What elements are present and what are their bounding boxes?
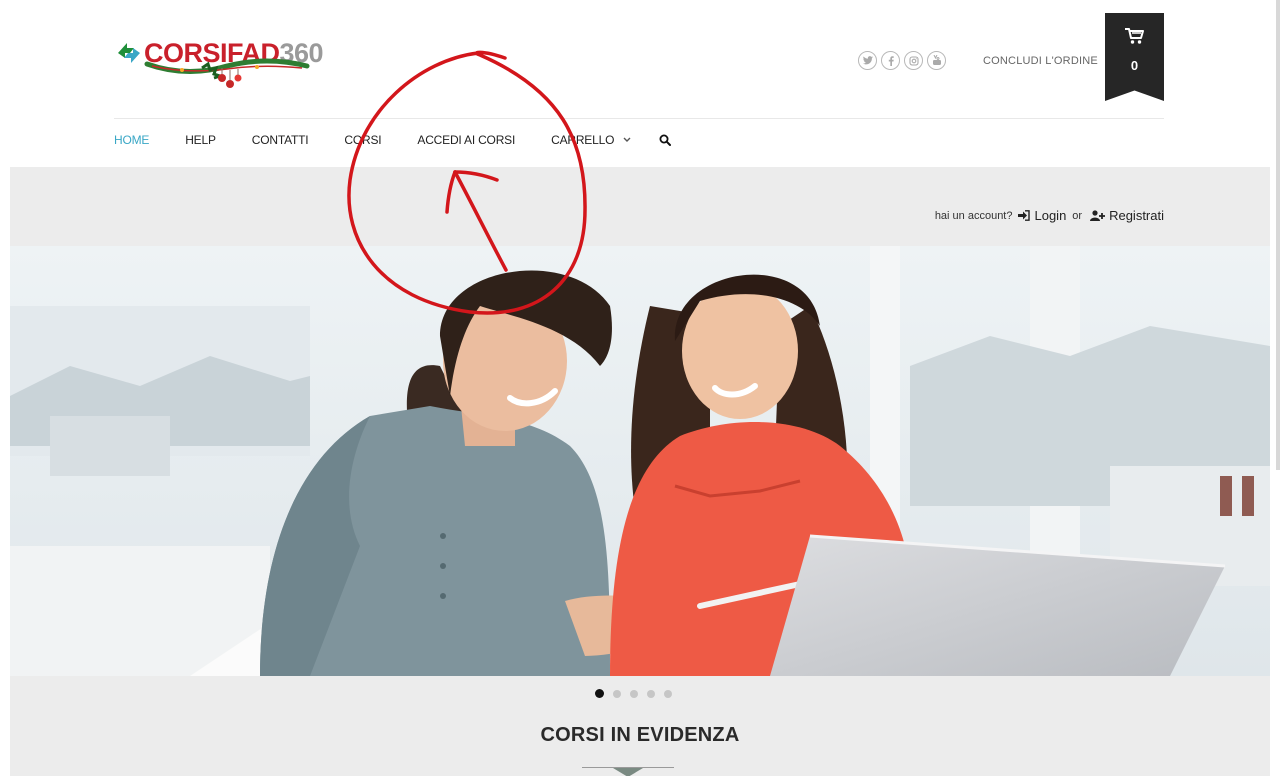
nav-item-help[interactable]: HELP [185,133,216,147]
header-divider [114,118,1164,119]
page-scrollbar[interactable] [1276,0,1280,470]
facebook-icon[interactable] [881,51,900,70]
christmas-garland-icon [144,58,310,88]
main-navigation: HOME HELP CONTATTI CORSI ACCEDI AI CORSI… [114,133,707,147]
cart-button[interactable]: 0 [1105,13,1164,101]
register-link[interactable]: Registrati [1109,208,1164,223]
add-user-icon [1090,210,1106,221]
slider-dot-4[interactable] [647,689,655,698]
site-header: CORSIFAD360 CONCLUDI L'ORDINE 0 HOME HEL… [0,0,1280,167]
search-icon [659,134,672,146]
slider-dot-5[interactable] [664,689,672,698]
social-links [858,51,946,70]
featured-courses-title: CORSI IN EVIDENZA [540,724,740,746]
recycle-arrows-icon [118,43,140,63]
twitter-icon[interactable] [858,51,877,70]
instagram-icon[interactable] [904,51,923,70]
nav-item-home[interactable]: HOME [114,133,149,147]
hero-photo [10,246,1270,676]
cart-count-badge: 0 [1130,58,1139,73]
account-bar: hai un account? Login or Registrati [10,167,1270,246]
slider-dot-1[interactable] [595,689,604,698]
nav-item-accedi-ai-corsi[interactable]: ACCEDI AI CORSI [417,133,515,147]
or-separator: or [1072,209,1083,222]
search-button[interactable] [659,134,672,146]
hero-slider[interactable] [10,246,1270,676]
youtube-icon[interactable] [927,51,946,70]
nav-item-corsi[interactable]: CORSI [344,133,381,147]
account-prompt: hai un account? [934,209,1013,222]
login-link[interactable]: Login [1034,208,1066,223]
slider-dot-3[interactable] [630,689,638,698]
nav-item-contatti[interactable]: CONTATTI [252,133,309,147]
cart-icon [1125,28,1144,44]
site-logo[interactable]: CORSIFAD360 [114,32,354,92]
chevron-down-icon [623,135,631,146]
checkout-link[interactable]: CONCLUDI L'ORDINE [983,55,1098,67]
title-arrow-icon [613,768,643,776]
nav-item-carrello[interactable]: CARRELLO [551,133,631,147]
sign-in-icon [1018,210,1031,221]
nav-item-carrello-label: CARRELLO [551,133,615,147]
featured-section: CORSI IN EVIDENZA [10,676,1270,776]
slider-dot-2[interactable] [613,689,621,698]
slider-pagination [595,689,672,698]
account-links: hai un account? Login or Registrati [935,208,1164,223]
